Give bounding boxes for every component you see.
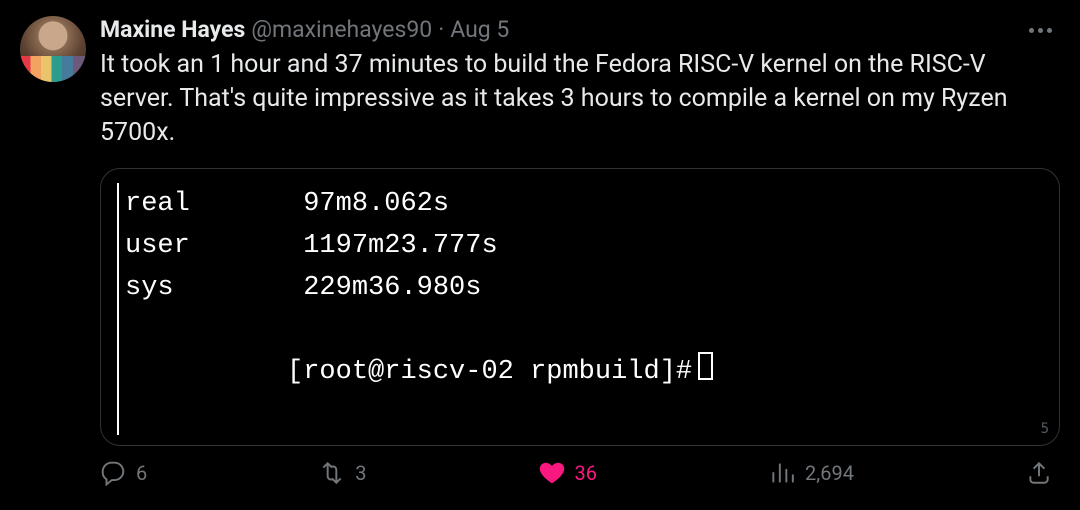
display-name[interactable]: Maxine Hayes — [100, 16, 245, 44]
share-button[interactable] — [1026, 460, 1052, 486]
tweet-actions: 6 3 36 2,694 — [100, 460, 1060, 486]
separator-dot: · — [438, 16, 444, 44]
terminal-output: real 97m8.062s user 1197m23.777s sys 229… — [117, 183, 1043, 435]
reply-icon — [100, 460, 126, 486]
tweet-text: It took an 1 hour and 37 minutes to buil… — [100, 48, 1060, 150]
handle[interactable]: @maxinehayes90 — [251, 16, 432, 44]
image-count-indicator: 5 — [1041, 421, 1049, 437]
terminal-line: real 97m8.062s — [125, 183, 1043, 225]
terminal-line: user 1197m23.777s — [125, 225, 1043, 267]
terminal-line: sys 229m36.980s — [125, 267, 1043, 309]
like-count: 36 — [575, 461, 597, 485]
post-date[interactable]: Aug 5 — [450, 16, 509, 44]
tweet: Maxine Hayes @maxinehayes90 · Aug 5 It t… — [0, 0, 1080, 496]
more-menu-button[interactable] — [1021, 24, 1060, 37]
avatar[interactable] — [20, 16, 86, 82]
share-icon — [1026, 460, 1052, 486]
retweet-button[interactable]: 3 — [319, 460, 366, 486]
retweet-icon — [319, 460, 345, 486]
cursor-icon — [698, 352, 713, 380]
view-count: 2,694 — [805, 461, 854, 485]
retweet-count: 3 — [355, 461, 366, 485]
reply-count: 6 — [136, 461, 147, 485]
terminal-prompt: [root@riscv-02 rpmbuild]# — [125, 309, 1043, 435]
like-button[interactable]: 36 — [539, 460, 597, 486]
embedded-image[interactable]: real 97m8.062s user 1197m23.777s sys 229… — [100, 168, 1060, 446]
heart-icon — [539, 460, 565, 486]
tweet-main: Maxine Hayes @maxinehayes90 · Aug 5 It t… — [100, 16, 1060, 486]
views-button[interactable]: 2,694 — [769, 460, 854, 486]
views-icon — [769, 460, 795, 486]
reply-button[interactable]: 6 — [100, 460, 147, 486]
tweet-header: Maxine Hayes @maxinehayes90 · Aug 5 — [100, 16, 1060, 44]
